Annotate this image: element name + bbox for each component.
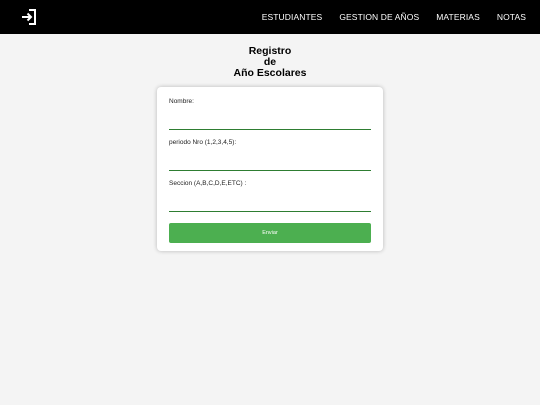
nombre-label: Nombre: <box>169 98 194 105</box>
nombre-input[interactable] <box>169 112 371 130</box>
nav-links: ESTUDIANTES GESTION DE AÑOS MATERIAS NOT… <box>262 12 526 22</box>
navbar: ESTUDIANTES GESTION DE AÑOS MATERIAS NOT… <box>0 0 540 34</box>
periodo-label: periodo Nro (1,2,3,4,5): <box>169 139 237 146</box>
seccion-group: Seccion (A,B,C,D,E,ETC) : <box>169 180 371 215</box>
nav-link-gestion-de-anos[interactable]: GESTION DE AÑOS <box>339 12 419 22</box>
periodo-group: periodo Nro (1,2,3,4,5): <box>169 139 371 174</box>
page-title-line-3: Año Escolares <box>233 67 307 79</box>
nav-link-estudiantes[interactable]: ESTUDIANTES <box>262 12 323 22</box>
registro-form: Nombre: periodo Nro (1,2,3,4,5): Seccion… <box>157 87 383 251</box>
logout-icon[interactable] <box>20 8 38 26</box>
enviar-button[interactable]: Enviar <box>169 223 371 243</box>
page-title: Registro de Año Escolares <box>0 46 540 79</box>
nombre-group: Nombre: <box>169 98 371 133</box>
nav-link-notas[interactable]: NOTAS <box>497 12 526 22</box>
periodo-input[interactable] <box>169 153 371 171</box>
seccion-input[interactable] <box>169 194 371 212</box>
seccion-label: Seccion (A,B,C,D,E,ETC) : <box>169 180 247 187</box>
nav-link-materias[interactable]: MATERIAS <box>436 12 480 22</box>
